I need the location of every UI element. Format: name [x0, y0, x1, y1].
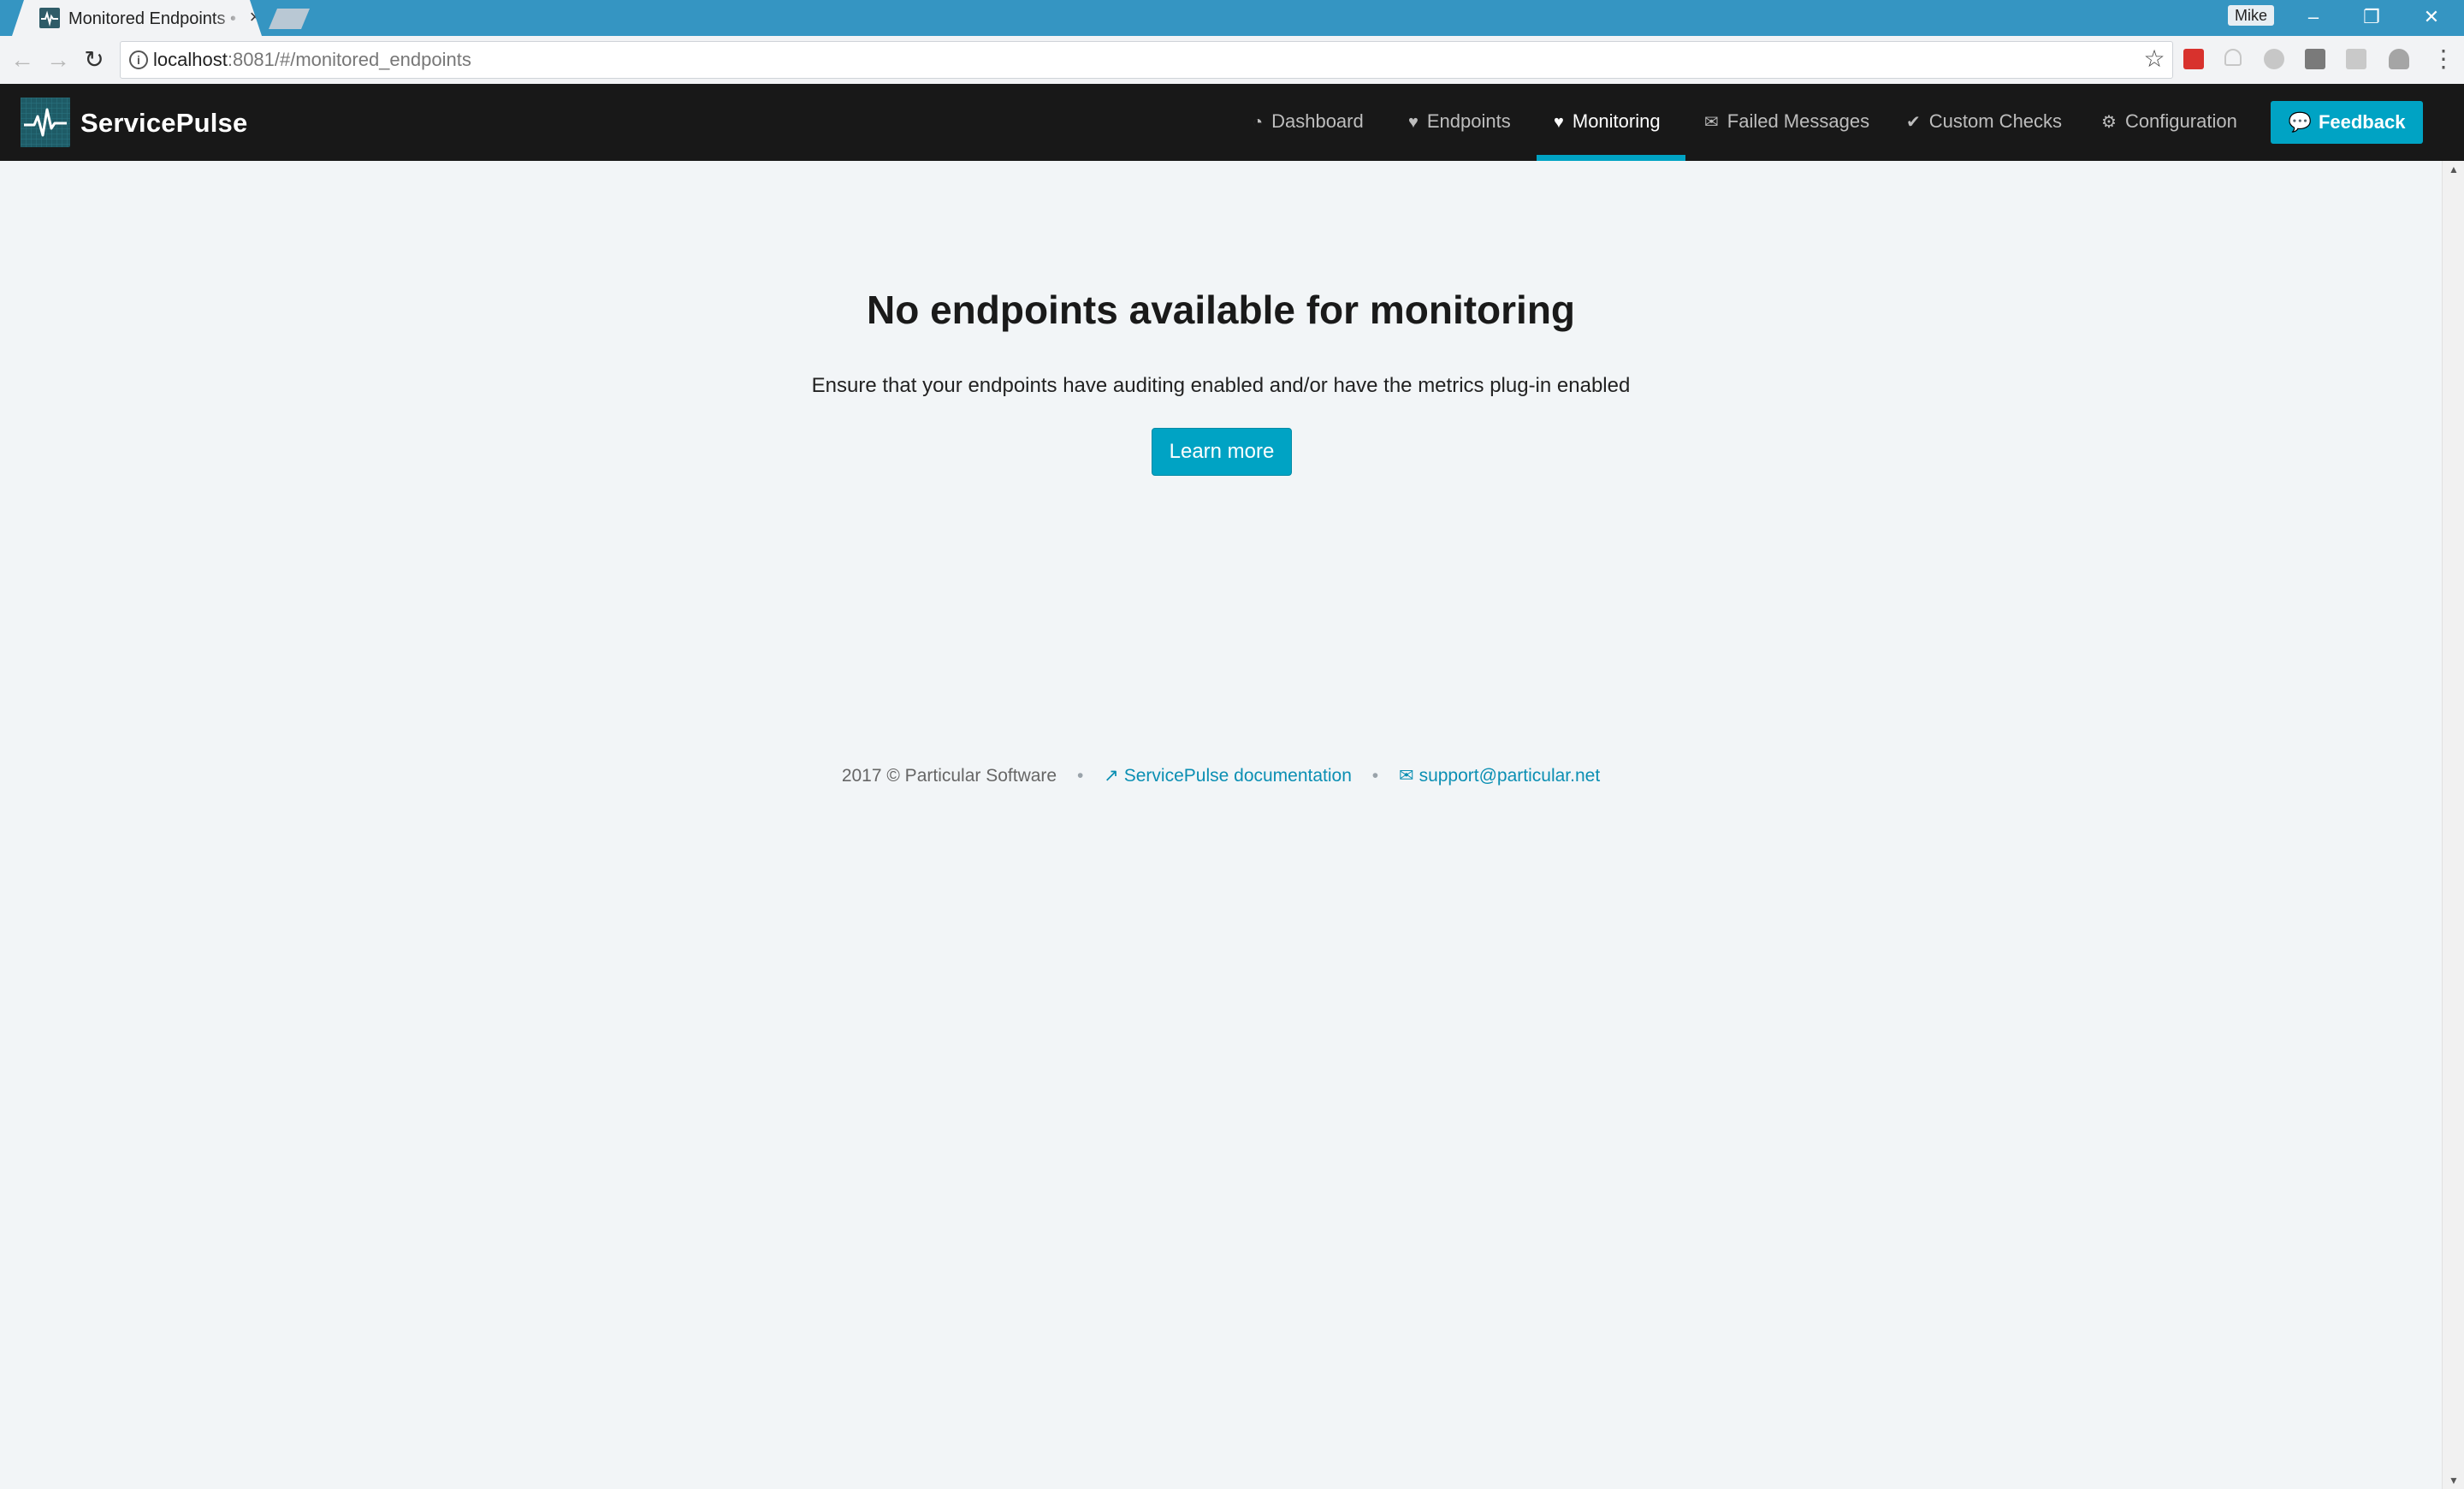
nav-custom-checks-label: Custom Checks — [1928, 110, 2063, 132]
nav-failed-messages-label: Failed Messages — [1727, 110, 1870, 132]
star-icon[interactable]: ☆ — [2141, 46, 2167, 72]
browser-tab[interactable]: Monitored Endpoints • ServicePulse × — [12, 0, 262, 36]
nav-configuration[interactable]: ⚙ Configuration — [2101, 84, 2237, 161]
new-tab-button[interactable] — [269, 9, 310, 29]
extension-icon[interactable] — [2346, 49, 2366, 69]
extension-icon[interactable] — [2264, 49, 2284, 69]
docs-link-label: ServicePulse documentation — [1123, 766, 1352, 786]
envelope-icon: ✉ — [1704, 113, 1719, 132]
footer: 2017 © Particular Software • ↗ ServicePul… — [0, 763, 2442, 789]
browser-titlebar: Monitored Endpoints • ServicePulse × Mik… — [0, 0, 2464, 36]
envelope-icon: ✉ — [1398, 766, 1414, 786]
nav-configuration-label: Configuration — [2124, 110, 2237, 132]
footer-copyright: 2017 © Particular Software — [841, 766, 1057, 786]
more-vert-icon[interactable]: ⋮ — [2431, 46, 2455, 72]
page-subtext: Ensure that your endpoints have auditing… — [811, 374, 1631, 397]
heart-icon: ♥ — [1408, 113, 1419, 132]
profile-button[interactable]: Mike — [2228, 5, 2274, 26]
dashboard-icon: ◔ — [1253, 113, 1264, 132]
nav-dashboard-label: Dashboard — [1271, 110, 1364, 132]
footer-separator: • — [1371, 766, 1379, 786]
nav-endpoints-label: Endpoints — [1426, 110, 1511, 132]
heartbeat-icon: ♥ — [1554, 113, 1564, 132]
page-scrollbar[interactable]: ▲ ▼ — [2442, 161, 2464, 1489]
gear-icon: ⚙ — [2101, 113, 2117, 132]
tab-close-icon[interactable]: × — [245, 7, 265, 27]
reload-button[interactable]: ↻ — [77, 43, 111, 77]
feedback-button[interactable]: 💬 Feedback — [2271, 101, 2423, 144]
address-bar[interactable]: i localhost:8081/#/monitored_endpoints ☆ — [120, 41, 2173, 79]
extension-icon[interactable] — [2305, 49, 2325, 69]
url-host: localhost — [153, 49, 228, 70]
page-heading: No endpoints available for monitoring — [866, 288, 1576, 332]
feedback-label: Feedback — [2318, 111, 2406, 133]
info-icon[interactable]: i — [129, 50, 148, 69]
servicepulse-logo-icon[interactable] — [21, 98, 70, 147]
brand-name[interactable]: ServicePulse — [80, 106, 247, 140]
nav-monitoring-label: Monitoring — [1572, 110, 1661, 132]
active-nav-indicator — [1537, 155, 1685, 161]
nav-custom-checks[interactable]: ✔ Custom Checks — [1906, 84, 2062, 161]
extension-icon[interactable] — [2224, 49, 2242, 66]
minimize-button[interactable]: – — [2288, 0, 2339, 36]
lastpass-extension-icon[interactable] — [2183, 49, 2204, 69]
learn-more-button[interactable]: Learn more — [1152, 428, 1292, 476]
scroll-down-arrow-icon[interactable]: ▼ — [2443, 1472, 2464, 1489]
check-icon: ✔ — [1906, 113, 1921, 132]
url-path: :8081/#/monitored_endpoints — [227, 49, 471, 70]
chat-icon: 💬 — [2288, 111, 2312, 133]
forward-button[interactable]: → — [41, 43, 75, 77]
app-navbar: ServicePulse ◔ Dashboard ♥ Endpoints ♥ Moni… — [0, 84, 2464, 161]
browser-toolbar: ← → ↻ i localhost:8081/#/monitored_endpo… — [0, 36, 2464, 85]
nav-dashboard[interactable]: ◔ Dashboard — [1253, 84, 1364, 161]
external-link-icon: ↗ — [1104, 766, 1119, 786]
url-text: localhost:8081/#/monitored_endpoints — [153, 49, 471, 71]
support-link-label: support@particular.net — [1419, 766, 1601, 786]
footer-separator: • — [1076, 766, 1084, 786]
support-link[interactable]: ✉ support@particular.net — [1399, 766, 1600, 786]
tab-favicon-icon — [39, 8, 60, 28]
nav-monitoring[interactable]: ♥ Monitoring — [1554, 84, 1661, 161]
close-window-button[interactable]: ✕ — [2406, 0, 2457, 36]
restore-button[interactable]: ❐ — [2346, 0, 2397, 36]
cloud-extension-icon[interactable] — [2389, 49, 2409, 69]
back-button[interactable]: ← — [5, 43, 39, 77]
tab-title-fade — [214, 5, 243, 31]
nav-failed-messages[interactable]: ✉ Failed Messages — [1704, 84, 1869, 161]
docs-link[interactable]: ↗ ServicePulse documentation — [1104, 766, 1352, 786]
scroll-up-arrow-icon[interactable]: ▲ — [2443, 161, 2464, 178]
nav-endpoints[interactable]: ♥ Endpoints — [1408, 84, 1511, 161]
